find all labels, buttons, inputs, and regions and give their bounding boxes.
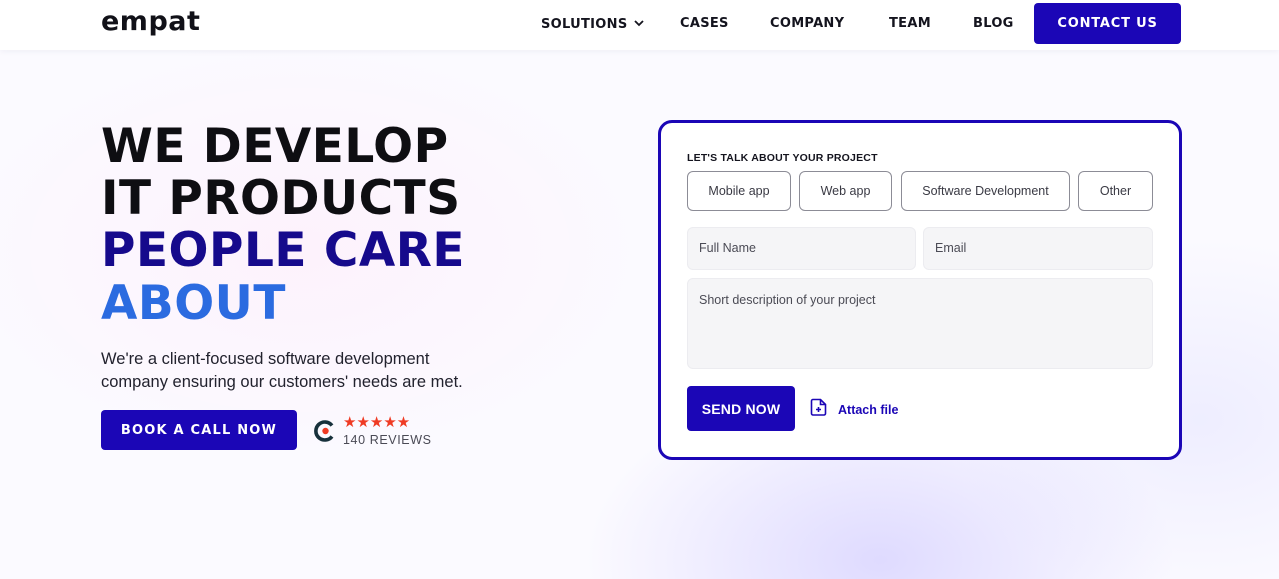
hero-heading-line-1: WE DEVELOP [101, 119, 449, 174]
nav-cases[interactable]: CASES [680, 16, 729, 31]
nav-blog[interactable]: BLOG [973, 16, 1014, 31]
attach-file-label: Attach file [838, 402, 899, 417]
rating-stars: ★★★★★ [343, 414, 411, 431]
send-now-button[interactable]: SEND NOW [687, 386, 795, 431]
clutch-logo-icon[interactable] [313, 419, 337, 443]
attach-file-icon [809, 397, 829, 422]
project-type-other[interactable]: Other [1078, 171, 1153, 211]
hero-subtitle: We're a client-focused software developm… [101, 350, 463, 391]
email-field[interactable]: Email [923, 227, 1153, 270]
hero-heading-line-4: ABOUT [101, 276, 286, 331]
hero-heading-line-3: PEOPLE CARE [101, 223, 466, 278]
hero-heading-line-2: IT PRODUCTS [101, 171, 461, 226]
nav-team[interactable]: TEAM [889, 16, 931, 31]
nav-solutions[interactable]: SOLUTIONS [541, 16, 644, 32]
full-name-field[interactable]: Full Name [687, 227, 916, 270]
project-type-mobile-app[interactable]: Mobile app [687, 171, 791, 211]
nav-company[interactable]: COMPANY [770, 16, 844, 31]
project-description-field[interactable]: Short description of your project [687, 278, 1153, 369]
reviews-count[interactable]: 140 REVIEWS [343, 433, 432, 447]
book-a-call-button[interactable]: BOOK A CALL NOW [101, 410, 297, 450]
project-form-card: LET'S TALK ABOUT YOUR PROJECT Mobile app… [658, 120, 1182, 460]
project-type-web-app[interactable]: Web app [799, 171, 892, 211]
contact-us-button[interactable]: CONTACT US [1034, 3, 1181, 44]
nav-solutions-label: SOLUTIONS [541, 17, 628, 32]
project-type-software-development[interactable]: Software Development [901, 171, 1070, 211]
chevron-down-icon [633, 16, 644, 31]
form-title: LET'S TALK ABOUT YOUR PROJECT [687, 152, 878, 164]
site-header: empat SOLUTIONS CASES COMPANY TEAM BLOG … [0, 0, 1279, 50]
attach-file-button[interactable]: Attach file [809, 397, 898, 422]
brand-logo[interactable]: empat [101, 6, 200, 37]
